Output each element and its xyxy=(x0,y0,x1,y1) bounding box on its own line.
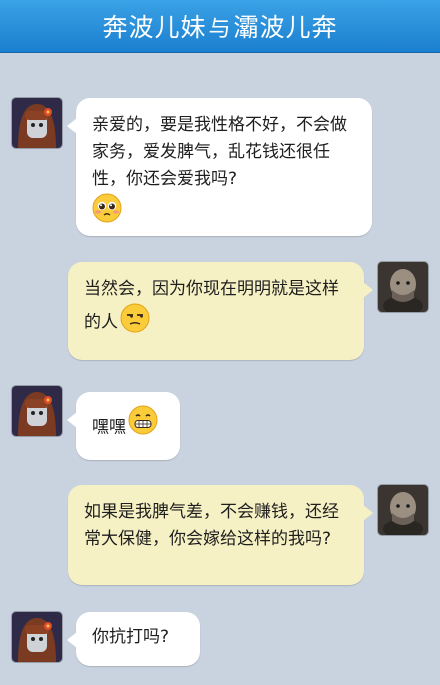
message-bubble-3[interactable]: 嘿嘿 xyxy=(67,392,180,460)
male-avatar[interactable] xyxy=(378,262,428,312)
title-name-1: 奔波儿妹 xyxy=(102,13,207,42)
unamused-face-icon xyxy=(120,303,150,342)
message-text-1: 亲爱的，要是我性格不好，不会做家务，爱发脾气，乱花钱还很任性，你还会爱我吗? xyxy=(92,115,347,189)
message-text-5: 你抗打吗? xyxy=(92,627,170,647)
message-bubble-2[interactable]: 当然会，因为你现在明明就是这样的人 xyxy=(68,262,373,360)
message-bubble-4[interactable]: 如果是我脾气差，不会赚钱，还经常大保健，你会嫁给这样的我吗? xyxy=(68,485,373,585)
title-name-2: 灞波儿奔 xyxy=(233,13,338,42)
message-bubble-1[interactable]: 亲爱的，要是我性格不好，不会做家务，爱发脾气，乱花钱还很任性，你还会爱我吗? xyxy=(67,98,372,236)
female-avatar[interactable] xyxy=(12,386,62,436)
message-text-4: 如果是我脾气差，不会赚钱，还经常大保健，你会嫁给这样的我吗? xyxy=(84,502,339,549)
message-text-3: 嘿嘿 xyxy=(92,417,126,438)
female-avatar[interactable] xyxy=(12,612,62,662)
pleading-face-icon xyxy=(92,193,122,232)
message-bubble-5[interactable]: 你抗打吗? xyxy=(67,612,200,666)
chat-title: 奔波儿妹与灞波儿奔 xyxy=(102,8,337,44)
male-avatar[interactable] xyxy=(378,485,428,535)
female-avatar[interactable] xyxy=(12,98,62,148)
grimacing-face-icon xyxy=(128,405,158,444)
title-connector: 与 xyxy=(208,17,232,42)
title-bar: 奔波儿妹与灞波儿奔 xyxy=(0,0,440,53)
